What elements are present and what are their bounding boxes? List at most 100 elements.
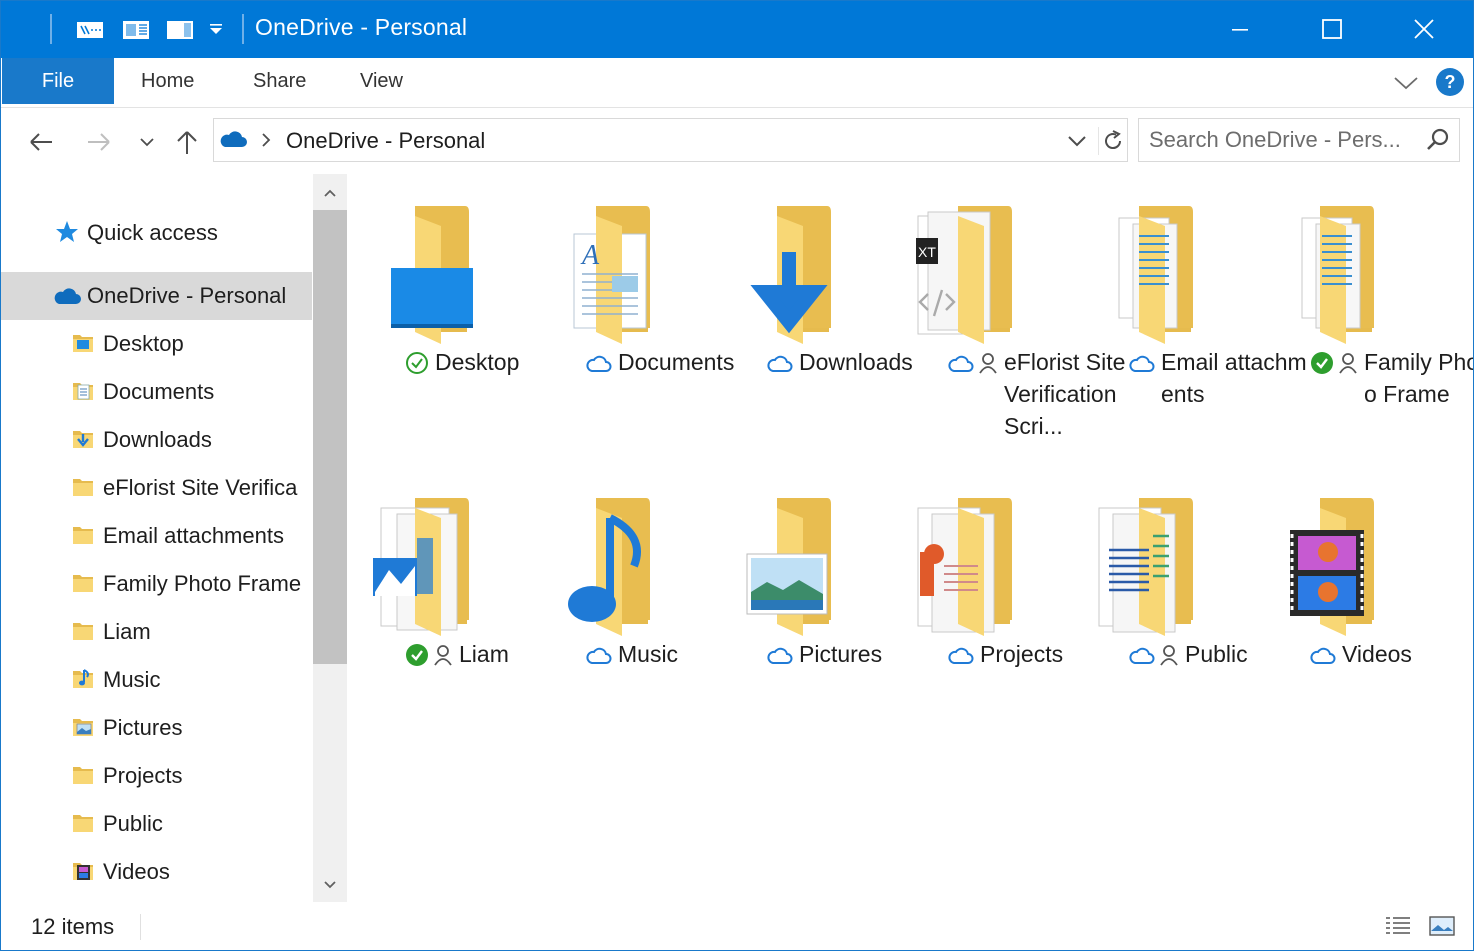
sync-status — [948, 351, 998, 383]
always-available-check-icon — [1310, 351, 1334, 383]
folder-name: Downloads — [799, 349, 913, 375]
minimize-button[interactable] — [1194, 0, 1286, 58]
forward-arrow-icon[interactable] — [84, 128, 114, 156]
address-bar[interactable]: OneDrive - Personal — [213, 118, 1128, 162]
tab-view[interactable]: View — [360, 70, 403, 93]
sidebar-item-public[interactable]: Public — [0, 800, 312, 848]
details-pane-icon[interactable] — [166, 18, 196, 42]
folder-name: Desktop — [435, 349, 520, 375]
sidebar-item-label: Desktop — [103, 331, 184, 356]
tab-file[interactable]: File — [2, 58, 114, 104]
folder-name: Family Photo Frame — [1364, 349, 1474, 407]
maximize-button[interactable] — [1286, 0, 1378, 58]
synced-check-icon — [405, 351, 429, 383]
tab-home[interactable]: Home — [141, 70, 194, 93]
search-icon[interactable] — [1425, 127, 1451, 158]
sidebar-item-label: Liam — [103, 619, 151, 644]
sidebar-item-documents[interactable]: Documents — [0, 368, 312, 416]
onedrive-cloud-icon — [218, 127, 248, 156]
online-only-cloud-icon — [948, 643, 974, 675]
folder-name: Pictures — [799, 641, 883, 667]
back-arrow-icon[interactable] — [26, 128, 56, 156]
large-icons-view-icon[interactable] — [1426, 912, 1458, 940]
sidebar-item-label: Documents — [103, 379, 215, 404]
up-arrow-icon[interactable] — [172, 128, 202, 156]
folder-label-row: Projects — [948, 638, 1128, 675]
sidebar-item-label: Email attachments — [103, 523, 284, 548]
title-bar: OneDrive - Personal — [0, 0, 1474, 58]
folder-icon — [707, 496, 883, 636]
properties-icon[interactable] — [76, 18, 106, 42]
refresh-icon[interactable] — [1098, 127, 1126, 155]
sidebar-item-label: Downloads — [103, 427, 212, 452]
sidebar-item-music[interactable]: Music — [0, 656, 312, 704]
shared-person-icon — [433, 643, 453, 675]
folder-label-row: Documents — [586, 346, 766, 383]
sidebar-item-label: Public — [103, 811, 163, 836]
desktop-folder-icon — [70, 330, 96, 362]
folder-icon — [70, 474, 96, 506]
sidebar-item-family-photo-frame[interactable]: Family Photo Frame — [0, 560, 312, 608]
always-available-check-icon — [405, 643, 429, 675]
sync-status — [586, 643, 612, 675]
sidebar-item-videos[interactable]: Videos — [0, 848, 312, 896]
online-only-cloud-icon — [1129, 351, 1155, 383]
search-input[interactable] — [1149, 127, 1419, 153]
folder-label-row: Desktop — [405, 346, 585, 383]
sync-status — [948, 643, 974, 675]
svg-text:XT: XT — [918, 244, 936, 260]
navigation-bar: OneDrive - Personal — [0, 108, 1474, 174]
sidebar-item-liam[interactable]: Liam — [0, 608, 312, 656]
onedrive-cloud-icon — [52, 285, 82, 313]
sidebar-item-quick-access[interactable]: Quick access — [0, 209, 312, 257]
sidebar-item-downloads[interactable]: Downloads — [0, 416, 312, 464]
expand-ribbon-chevron-icon[interactable] — [1392, 70, 1420, 94]
breadcrumb-chevron-icon[interactable] — [260, 131, 272, 154]
sidebar-item-onedrive[interactable]: OneDrive - Personal — [0, 272, 312, 320]
folder-icon — [888, 496, 1064, 636]
folder-label-row: Pictures — [767, 638, 947, 675]
file-view: Desktop A Documents Downloads XT eFloris… — [347, 174, 1474, 902]
sync-status — [1310, 643, 1336, 675]
online-only-cloud-icon — [1310, 643, 1336, 675]
folder-name: eFlorist Site Verification Scri... — [1004, 349, 1126, 439]
sidebar-item-projects[interactable]: Projects — [0, 752, 312, 800]
online-only-cloud-icon — [767, 643, 793, 675]
sidebar-item-label: Family Photo Frame — [103, 571, 302, 596]
ribbon-tabs: File Home Share View ? — [0, 58, 1474, 108]
folder-icon — [707, 204, 883, 344]
online-only-cloud-icon — [767, 351, 793, 383]
folder-label-row: Downloads — [767, 346, 947, 383]
scroll-thumb[interactable] — [313, 210, 347, 664]
search-box[interactable] — [1138, 118, 1460, 162]
sync-status — [1129, 351, 1155, 383]
folder-name: Email attachments — [1161, 349, 1307, 407]
customize-qat-chevron-icon[interactable] — [204, 18, 234, 42]
sidebar-item-email-attachments[interactable]: Email attachments — [0, 512, 312, 560]
breadcrumb[interactable]: OneDrive - Personal — [286, 128, 485, 154]
sidebar-scrollbar[interactable] — [313, 174, 347, 902]
details-view-icon[interactable] — [1382, 912, 1414, 940]
tab-share[interactable]: Share — [253, 70, 306, 93]
sidebar-item-pictures[interactable]: Pictures — [0, 704, 312, 752]
videos-folder-icon — [70, 858, 96, 890]
item-count: 12 items — [31, 914, 115, 939]
help-button[interactable]: ? — [1436, 68, 1464, 96]
folder-label-row: Family Photo Frame — [1310, 346, 1474, 410]
window-title: OneDrive - Personal — [255, 14, 468, 40]
svg-text:A: A — [580, 240, 600, 271]
sidebar-item-desktop[interactable]: Desktop — [0, 320, 312, 368]
shared-person-icon — [978, 351, 998, 383]
star-icon — [54, 219, 80, 251]
folder-icon — [70, 618, 96, 650]
address-dropdown-chevron-icon[interactable] — [1066, 131, 1088, 156]
sidebar-item-eflorist-site-verifica[interactable]: eFlorist Site Verifica — [0, 464, 312, 512]
scroll-up-arrow-icon[interactable] — [313, 176, 347, 210]
close-button[interactable] — [1378, 0, 1470, 58]
scroll-down-arrow-icon[interactable] — [313, 868, 347, 902]
folder-icon — [526, 496, 702, 636]
recent-locations-chevron-icon[interactable] — [132, 128, 162, 156]
preview-pane-icon[interactable] — [122, 18, 152, 42]
folder-icon — [70, 762, 96, 794]
online-only-cloud-icon — [586, 351, 612, 383]
